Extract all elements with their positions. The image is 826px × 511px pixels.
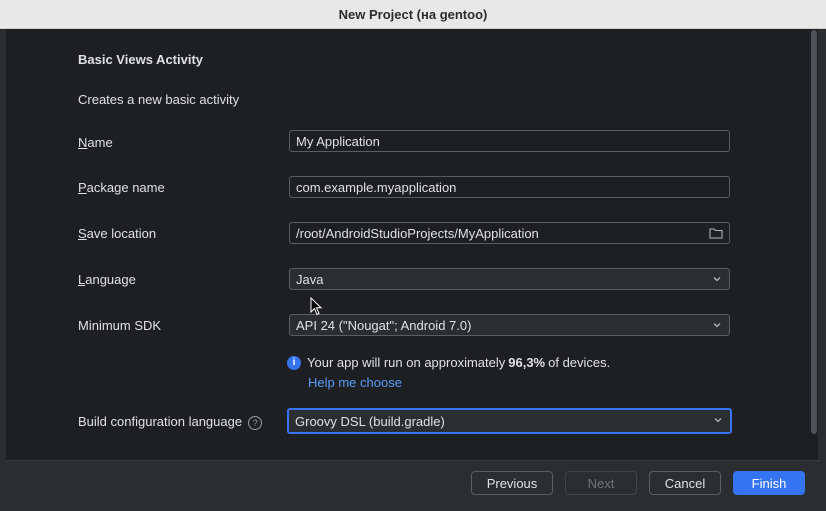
package-name-input[interactable]: com.example.myapplication bbox=[289, 176, 730, 198]
language-select[interactable]: Java bbox=[289, 268, 730, 290]
save-location-input[interactable]: /root/AndroidStudioProjects/MyApplicatio… bbox=[289, 222, 730, 244]
window-title: New Project (на gentoo) bbox=[0, 0, 826, 29]
chevron-down-icon bbox=[714, 418, 722, 423]
help-question-icon[interactable]: ? bbox=[248, 415, 263, 430]
language-value: Java bbox=[296, 271, 324, 287]
previous-button[interactable]: Previous bbox=[471, 471, 553, 495]
folder-icon[interactable] bbox=[709, 227, 723, 239]
build-config-language-label: Build configuration language? bbox=[78, 414, 263, 430]
build-config-language-select[interactable]: Groovy DSL (build.gradle) bbox=[287, 408, 732, 434]
template-description: Creates a new basic activity bbox=[78, 92, 240, 107]
cancel-button[interactable]: Cancel bbox=[649, 471, 721, 495]
save-location-value: /root/AndroidStudioProjects/MyApplicatio… bbox=[296, 225, 539, 241]
new-project-dialog: New Project (на gentoo) Basic Views Acti… bbox=[0, 0, 826, 511]
build-config-language-value: Groovy DSL (build.gradle) bbox=[295, 413, 445, 429]
chevron-down-icon bbox=[713, 277, 721, 282]
scrollbar[interactable] bbox=[811, 30, 817, 434]
device-coverage-info: i Your app will run on approximately 96,… bbox=[287, 355, 610, 370]
next-button[interactable]: Next bbox=[565, 471, 637, 495]
mouse-cursor-icon bbox=[310, 297, 323, 316]
minimum-sdk-label: Minimum SDK bbox=[78, 318, 162, 333]
info-icon: i bbox=[287, 355, 301, 370]
name-input[interactable]: My Application bbox=[289, 130, 730, 152]
name-label: Name bbox=[78, 135, 113, 150]
package-name-label: Package name bbox=[78, 180, 165, 195]
language-label: Language bbox=[78, 272, 136, 287]
finish-button[interactable]: Finish bbox=[733, 471, 805, 495]
coverage-percent: 96,3% bbox=[508, 355, 546, 370]
help-me-choose-link[interactable]: Help me choose bbox=[308, 375, 402, 390]
minimum-sdk-value: API 24 ("Nougat"; Android 7.0) bbox=[296, 317, 472, 333]
template-heading: Basic Views Activity bbox=[78, 52, 204, 67]
chevron-down-icon bbox=[713, 323, 721, 328]
save-location-label: Save location bbox=[78, 226, 157, 241]
minimum-sdk-select[interactable]: API 24 ("Nougat"; Android 7.0) bbox=[289, 314, 730, 336]
